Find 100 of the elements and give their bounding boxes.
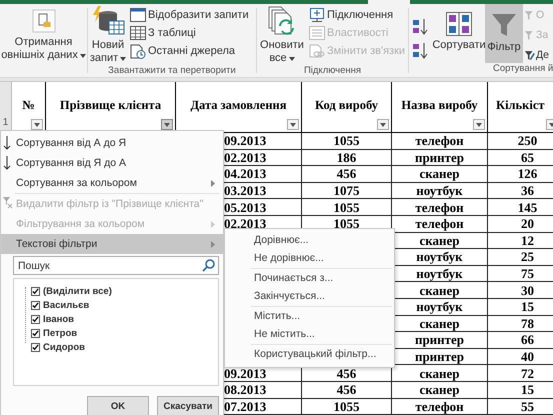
- group-label: Завантажити та перетворити: [107, 65, 237, 78]
- caret-icon: [476, 122, 482, 126]
- submenu-arrow-icon: [211, 241, 215, 248]
- menu-item[interactable]: Не дорівнює...: [225, 250, 394, 267]
- ribbon-command[interactable]: З таблиці: [128, 25, 251, 41]
- list-icon: [309, 26, 325, 40]
- table-cell: 126: [518, 166, 538, 182]
- menu-item[interactable]: Користувацький фільтр...: [225, 346, 394, 364]
- menu-item[interactable]: Містить...: [225, 308, 394, 326]
- table-cell: сканер: [419, 166, 460, 182]
- column-header: Код виробу: [315, 98, 378, 112]
- table-cell: 250: [518, 133, 538, 148]
- ok-button[interactable]: OK: [87, 396, 149, 415]
- filter-dropdown-button[interactable]: [473, 119, 485, 130]
- sort-descending-icon[interactable]: [412, 42, 430, 60]
- menu-item[interactable]: Сортування за кольором: [1, 173, 223, 193]
- search-icon: [202, 259, 215, 272]
- sort-grid-icon: [446, 12, 472, 36]
- table-cell: ноутбук: [416, 266, 463, 282]
- checkbox[interactable]: [31, 300, 40, 310]
- ribbon-command[interactable]: Де: [523, 47, 550, 63]
- funnel-icon: [491, 12, 517, 38]
- checkbox[interactable]: [31, 286, 40, 296]
- submenu-arrow-icon: [211, 221, 215, 228]
- filter-dropdown-button[interactable]: [287, 119, 299, 130]
- caret-icon: [34, 122, 40, 126]
- table-cell: принтер: [414, 349, 464, 364]
- caret-icon: [380, 122, 386, 126]
- checkbox[interactable]: [31, 314, 40, 324]
- table-cell: 40: [521, 349, 534, 364]
- menu-item[interactable]: Починається з...: [225, 270, 394, 288]
- table-cell: 02.2013: [224, 150, 266, 165]
- table-cell: ноутбук: [416, 183, 463, 198]
- table-cell: сканер: [419, 316, 460, 331]
- caret-icon: [80, 54, 86, 58]
- caret-icon: [288, 56, 295, 60]
- funnel-pen-icon: [524, 49, 535, 61]
- window-icon: [130, 8, 146, 22]
- search-field[interactable]: Пошук: [13, 256, 219, 275]
- sort-button[interactable]: Сортувати: [433, 4, 485, 63]
- column-header: Дата замовлення: [190, 98, 287, 112]
- column-header: Прізвище клієнта: [60, 98, 162, 112]
- link-icon: [309, 44, 325, 58]
- table-cell: 20: [521, 216, 534, 232]
- table-cell: сканер: [419, 282, 460, 298]
- value-label: (Виділити все): [43, 286, 112, 296]
- checkbox[interactable]: [31, 342, 40, 352]
- table-cell: 55: [521, 398, 534, 414]
- table-cell: 12: [521, 232, 534, 248]
- filter-dropdown-button[interactable]: [377, 119, 389, 130]
- caret-icon: [290, 122, 296, 126]
- value-label: Петров: [43, 328, 78, 338]
- table-cell: 03.2013: [224, 183, 266, 198]
- down-arrow-icon: [3, 136, 11, 150]
- get-data-button[interactable]: Отримання овнішніх даних: [0, 4, 88, 62]
- document-clock-icon: [130, 44, 146, 58]
- down-arrow-icon: [3, 156, 11, 170]
- table-cell: 1055: [334, 216, 360, 232]
- table-cell: 456: [336, 166, 356, 182]
- table-cell: 1055: [334, 133, 360, 148]
- table-cell: сканер: [419, 366, 460, 381]
- refresh-all-button[interactable]: Оновити все: [257, 4, 307, 65]
- table-cell: 36: [521, 183, 534, 198]
- column-header: №: [22, 98, 35, 112]
- value-label: Іванов: [43, 314, 74, 324]
- submenu-arrow-icon: [211, 180, 215, 187]
- checkbox[interactable]: [31, 328, 40, 338]
- table-cell: 72: [521, 366, 534, 381]
- new-query-button[interactable]: Новий запит: [88, 4, 128, 65]
- table-cell: 04.2013: [224, 166, 266, 182]
- menu-item[interactable]: Сортування від Я до А: [1, 153, 223, 173]
- table-cell: 145: [518, 200, 538, 215]
- table-cell: 09.2013: [224, 366, 266, 381]
- table-cell: 05.2013: [224, 200, 266, 215]
- table-icon: [130, 26, 146, 40]
- group-label: Підключення: [302, 65, 362, 78]
- menu-item[interactable]: Сортування від А до Я: [1, 133, 223, 153]
- menu-item[interactable]: Закінчується...: [225, 288, 394, 305]
- table-cell: 09.2013: [224, 133, 266, 148]
- row-number: 1: [0, 82, 12, 132]
- cancel-button[interactable]: Скасувати: [157, 396, 219, 415]
- ribbon-command[interactable]: Останні джерела: [128, 43, 251, 59]
- table-cell: 456: [336, 366, 356, 381]
- ribbon-command[interactable]: Відобразити запити: [128, 7, 251, 23]
- filter-dropdown-button[interactable]: [161, 119, 173, 130]
- table-cell: 07.2013: [224, 398, 266, 414]
- table-cell: телефон: [415, 398, 464, 414]
- filter-dropdown-button[interactable]: [31, 119, 43, 130]
- ribbon-command[interactable]: Підключення: [307, 7, 408, 23]
- table-cell: 1055: [334, 398, 360, 414]
- menu-item[interactable]: Текстові фільтри: [1, 234, 223, 254]
- sort-ascending-icon[interactable]: [412, 18, 430, 36]
- menu-item[interactable]: Дорівнює...: [225, 232, 394, 250]
- table-cell: 15: [521, 382, 534, 398]
- table-cell: 25: [521, 249, 534, 264]
- menu-item[interactable]: Не містить...: [225, 326, 394, 343]
- filter-button[interactable]: Фільтр: [485, 4, 523, 63]
- table-cell: 78: [521, 316, 534, 331]
- table-cell: 02.2013: [224, 216, 266, 232]
- value-label: Сидоров: [43, 342, 85, 352]
